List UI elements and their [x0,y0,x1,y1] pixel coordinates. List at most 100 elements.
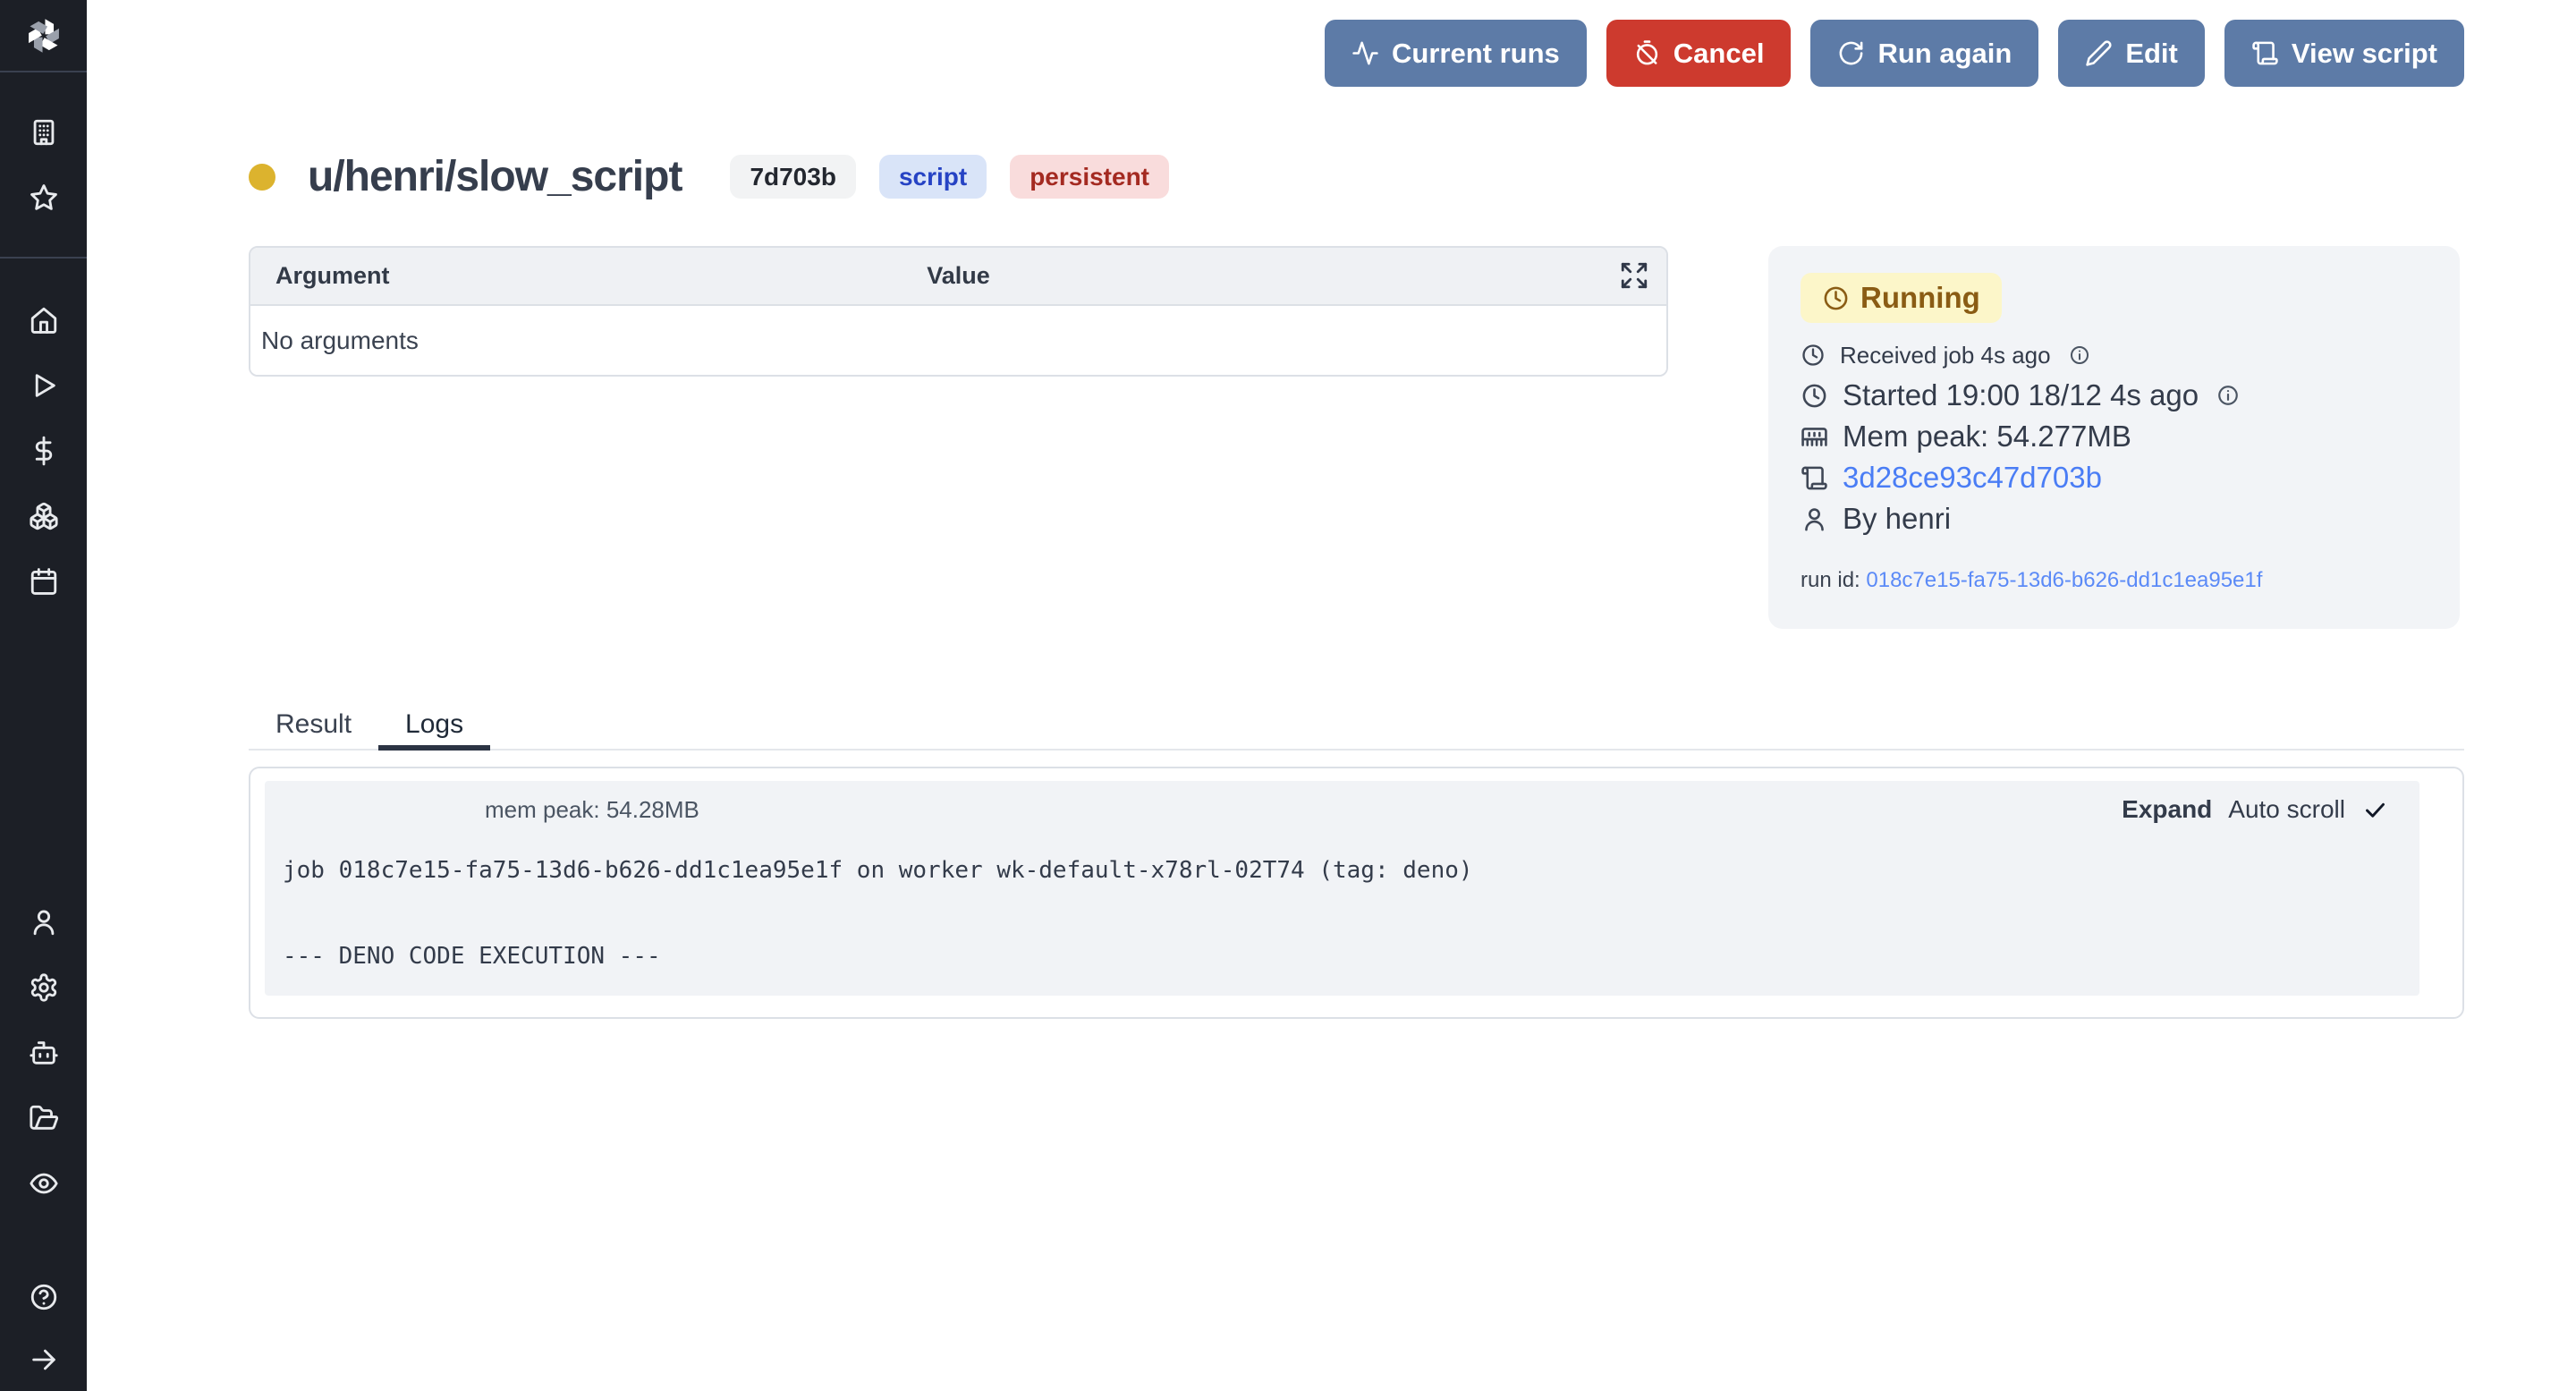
scroll-icon [2251,39,2279,67]
mem-peak-text: Mem peak: 54.277MB [1843,420,2131,454]
app-root: Current runs Cancel Run again Edit View … [0,0,2576,1391]
windmill-logo-icon [21,13,66,58]
sidebar-item-runs[interactable] [0,352,87,418]
expand-table-button[interactable] [1618,260,1650,293]
settings-icon [29,972,59,1003]
help-icon [29,1282,59,1312]
sidebar-item-resources[interactable] [0,483,87,548]
sidebar-item-collapse[interactable] [0,1328,87,1391]
value-column-header: Value [927,262,990,290]
log-output: job 018c7e15-fa75-13d6-b626-dd1c1ea95e1f… [283,856,2387,971]
received-row: Received job 4s ago [1801,335,2428,375]
pencil-icon [2085,39,2113,67]
sidebar-item-workers[interactable] [0,1020,87,1085]
edit-label: Edit [2125,38,2178,70]
script-badge: script [879,155,987,199]
info-icon[interactable] [2069,344,2090,366]
tab-result[interactable]: Result [249,709,378,751]
persistent-badge: persistent [1010,155,1169,199]
badge-group: 7d703b script persistent [730,155,1169,199]
main-content: Current runs Cancel Run again Edit View … [87,0,2576,1391]
memory-icon [1801,423,1828,451]
status-dot [249,164,275,191]
user-icon [29,907,59,937]
started-text: Started 19:00 18/12 4s ago [1843,378,2199,412]
script-hash-row: 3d28ce93c47d703b [1801,457,2428,498]
edit-button[interactable]: Edit [2058,20,2205,87]
sidebar-item-folders[interactable] [0,1085,87,1150]
arguments-table: Argument Value No arguments [249,246,1668,377]
script-hash-link[interactable]: 3d28ce93c47d703b [1843,461,2102,495]
run-id-link[interactable]: 018c7e15-fa75-13d6-b626-dd1c1ea95e1f [1866,568,2262,592]
tab-logs[interactable]: Logs [378,709,490,751]
sidebar-item-workspace[interactable] [0,99,87,165]
star-icon [29,182,59,213]
sidebar-item-home[interactable] [0,287,87,352]
run-id-row: run id: 018c7e15-fa75-13d6-b626-dd1c1ea9… [1801,568,2428,593]
log-panel-inner: mem peak: 54.28MB Expand Auto scroll job… [265,781,2419,996]
sidebar-item-help[interactable] [0,1266,87,1328]
expand-icon [1619,260,1649,291]
run-again-label: Run again [1877,38,2012,70]
received-text: Received job 4s ago [1840,342,2051,369]
clock-icon [1822,284,1850,312]
clock-icon [1801,382,1828,410]
activity-icon [1352,39,1379,67]
sidebar-group-admin [0,889,87,1216]
view-script-label: View script [2292,38,2437,70]
page-title: u/henri/slow_script [308,152,682,201]
clock-icon [1801,343,1826,368]
arguments-empty-row: No arguments [250,306,1666,375]
log-header: mem peak: 54.28MB Expand Auto scroll [283,795,2387,824]
sidebar-item-users[interactable] [0,889,87,954]
log-expand-button[interactable]: Expand [2122,795,2212,824]
status-badge: Running [1801,273,2002,323]
content-columns: Argument Value No arguments Running [249,246,2464,629]
sidebar [0,0,87,1391]
play-icon [29,370,59,401]
status-label: Running [1860,281,1980,315]
sidebar-item-variables[interactable] [0,418,87,483]
current-runs-button[interactable]: Current runs [1325,20,1587,87]
scroll-icon [1801,464,1828,492]
cancel-button[interactable]: Cancel [1606,20,1792,87]
arrow-right-icon [29,1344,59,1375]
home-icon [29,305,59,335]
sidebar-group-main [0,259,87,614]
sidebar-group-bottom [0,1266,87,1391]
calendar-icon [29,566,59,597]
log-panel: mem peak: 54.28MB Expand Auto scroll job… [249,767,2464,1019]
run-id-label: run id: [1801,568,1866,592]
no-arguments-text: No arguments [261,327,419,355]
check-icon[interactable] [2363,798,2387,822]
hash-badge: 7d703b [730,155,856,199]
result-logs-tabs: Result Logs [249,709,2464,751]
run-info-card: Running Received job 4s ago Started 19:0… [1768,246,2460,629]
eye-icon [29,1168,59,1199]
building-icon [29,117,59,148]
sidebar-item-schedules[interactable] [0,548,87,614]
toolbar: Current runs Cancel Run again Edit View … [249,20,2464,87]
argument-column-header: Argument [250,262,390,290]
info-icon[interactable] [2216,384,2240,407]
sidebar-item-favorites[interactable] [0,165,87,230]
run-again-button[interactable]: Run again [1810,20,2038,87]
robot-icon [29,1038,59,1068]
windmill-logo[interactable] [0,0,87,71]
folder-open-icon [29,1103,59,1133]
refresh-icon [1837,39,1865,67]
boxes-icon [29,501,59,531]
mem-peak-row: Mem peak: 54.277MB [1801,416,2428,457]
started-row: Started 19:00 18/12 4s ago [1801,375,2428,416]
sidebar-item-audit-logs[interactable] [0,1150,87,1216]
auto-scroll-label[interactable]: Auto scroll [2228,795,2345,824]
created-by-row: By henri [1801,498,2428,539]
sidebar-item-settings[interactable] [0,954,87,1020]
dollar-icon [29,436,59,466]
user-icon [1801,505,1828,533]
log-mem-peak: mem peak: 54.28MB [485,796,699,824]
title-row: u/henri/slow_script 7d703b script persis… [249,152,2464,201]
view-script-button[interactable]: View script [2224,20,2464,87]
timer-off-icon [1633,39,1661,67]
cancel-label: Cancel [1674,38,1765,70]
